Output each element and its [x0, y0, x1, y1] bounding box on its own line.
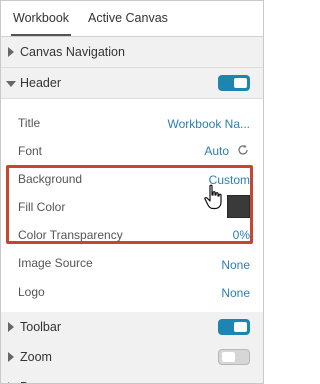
title-label: Title	[18, 116, 41, 130]
background-label: Background	[18, 172, 83, 186]
section-label: Toolbar	[20, 320, 61, 334]
toggle-knob	[234, 78, 247, 88]
logo-value[interactable]: None	[221, 286, 250, 300]
color-transparency-label: Color Transparency	[18, 228, 123, 242]
fill-color-label: Fill Color	[18, 200, 66, 214]
hand-cursor-icon	[204, 184, 222, 210]
section-label: Canvas Navigation	[20, 45, 125, 59]
section-toolbar[interactable]: Toolbar	[1, 312, 263, 343]
refresh-icon[interactable]	[237, 144, 249, 156]
color-transparency-value[interactable]: 0%	[233, 228, 250, 242]
caret-right-icon	[8, 352, 14, 362]
tab-bar: Workbook Active Canvas	[1, 1, 263, 37]
zoom-toggle[interactable]	[218, 349, 250, 365]
toggle-knob	[234, 322, 247, 332]
font-label: Font	[18, 144, 43, 158]
tab-workbook[interactable]: Workbook	[10, 1, 72, 36]
title-value[interactable]: Workbook Na...	[168, 117, 250, 131]
section-label: Zoom	[20, 350, 52, 364]
toolbar-toggle[interactable]	[218, 319, 250, 335]
logo-label: Logo	[18, 285, 45, 299]
fill-color-swatch[interactable]	[227, 195, 250, 218]
properties-panel: Workbook Active Canvas Canvas Navigation…	[0, 0, 264, 384]
font-value[interactable]: Auto	[204, 144, 229, 158]
caret-right-icon	[8, 322, 14, 332]
toggle-knob	[222, 352, 235, 362]
caret-down-icon	[6, 81, 16, 87]
section-label: Header	[20, 76, 61, 90]
image-source-label: Image Source	[18, 256, 93, 270]
image-source-value[interactable]: None	[221, 258, 250, 272]
tab-active-canvas[interactable]: Active Canvas	[88, 1, 168, 36]
section-partial[interactable]: D	[1, 372, 263, 383]
caret-right-icon	[8, 47, 14, 57]
section-header[interactable]: Header	[1, 68, 263, 99]
section-label: D	[20, 372, 29, 383]
section-zoom[interactable]: Zoom	[1, 342, 263, 373]
header-toggle[interactable]	[218, 75, 250, 91]
section-canvas-navigation[interactable]: Canvas Navigation	[1, 37, 263, 68]
